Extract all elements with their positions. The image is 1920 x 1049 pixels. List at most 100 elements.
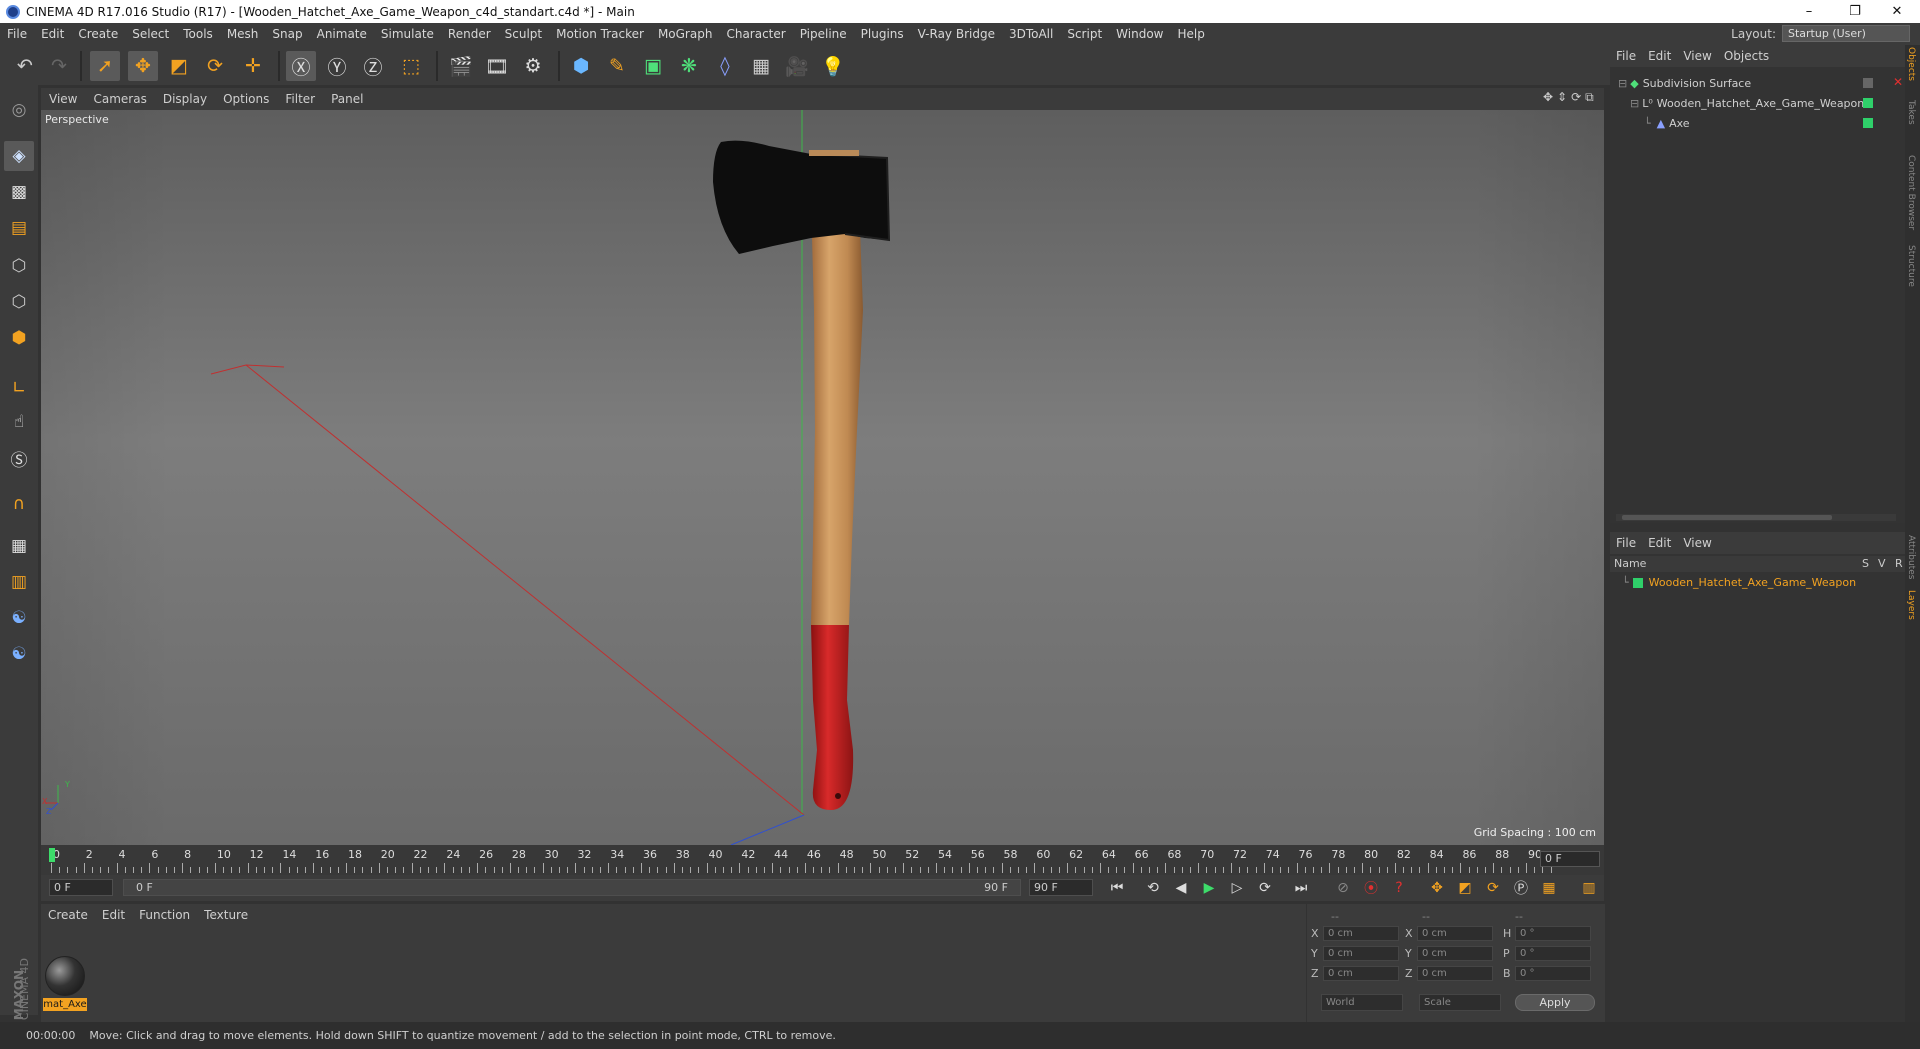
viewport-nav-icons[interactable]: ✥⇕⟳⧉ <box>1543 90 1598 105</box>
points-mode-icon[interactable]: ⬡ <box>4 251 34 281</box>
snap-magnet-icon[interactable]: ∩ <box>4 489 34 519</box>
menu-edit[interactable]: Edit <box>34 27 71 41</box>
menu-tools[interactable]: Tools <box>176 27 220 41</box>
coordinate-system-icon[interactable]: ⬚ <box>396 51 426 81</box>
live-selection-icon[interactable]: ➚ <box>90 51 120 81</box>
material-menu-create[interactable]: Create <box>41 908 95 922</box>
side-tab-layers[interactable]: Layers <box>1906 590 1916 620</box>
axis-mode-icon[interactable]: ∟ <box>4 373 34 403</box>
material-name[interactable]: mat_Axe <box>43 998 87 1011</box>
timeline-ruler[interactable]: 0 2 4 6 8 10 12 14 16 18 20 22 24 26 28 30 32 34 36 38 40 42 4… <box>41 845 1604 875</box>
coord-field[interactable]: 0 cm <box>1417 966 1493 981</box>
layer-menu-file[interactable]: File <box>1610 536 1642 550</box>
playhead-marker[interactable] <box>49 848 55 862</box>
light-icon[interactable]: 💡 <box>818 51 848 81</box>
viewport-menu-options[interactable]: Options <box>215 92 277 106</box>
recent-tool-icon[interactable]: ✛ <box>238 51 268 81</box>
camera-icon[interactable]: 🎥 <box>782 51 812 81</box>
menu-help[interactable]: Help <box>1170 27 1211 41</box>
rotate-tool-icon[interactable]: ⟳ <box>200 51 230 81</box>
frame-range-slider[interactable]: 0 F 90 F <box>123 879 1021 896</box>
object-menu-objects[interactable]: Objects <box>1718 49 1775 63</box>
x-axis-lock-icon[interactable]: Ⓧ <box>286 51 316 81</box>
model-mode-icon[interactable]: ◈ <box>4 141 34 171</box>
next-keyframe-icon[interactable]: ⟳ <box>1253 877 1277 899</box>
object-menu-view[interactable]: View <box>1677 49 1717 63</box>
side-tab-structure[interactable]: Structure <box>1906 245 1916 287</box>
side-tab-content-browser[interactable]: Content Browser <box>1906 155 1916 230</box>
menu-pipeline[interactable]: Pipeline <box>793 27 854 41</box>
menu-snap[interactable]: Snap <box>265 27 309 41</box>
apply-button[interactable]: Apply <box>1515 994 1595 1011</box>
menu-3dtoall[interactable]: 3DToAll <box>1002 27 1060 41</box>
key-parameter-icon[interactable]: Ⓟ <box>1509 877 1533 899</box>
deformer-icon[interactable]: ◊ <box>710 51 740 81</box>
undo-icon[interactable]: ↶ <box>10 51 40 81</box>
menu-select[interactable]: Select <box>125 27 176 41</box>
coord-field[interactable]: 0 cm <box>1323 926 1399 941</box>
minimize-button[interactable]: – <box>1786 0 1832 23</box>
solo-mode-icon[interactable]: Ⓢ <box>4 443 34 473</box>
edges-mode-icon[interactable]: ⬡ <box>4 287 34 317</box>
material-menu-texture[interactable]: Texture <box>197 908 255 922</box>
next-frame-icon[interactable]: ▷ <box>1225 877 1249 899</box>
start-frame-field[interactable]: 0 F <box>49 879 113 896</box>
menu-file[interactable]: File <box>0 27 34 41</box>
z-axis-lock-icon[interactable]: Ⓩ <box>358 51 388 81</box>
workplane-lock-icon[interactable]: ▦ <box>4 531 34 561</box>
side-tab-attributes[interactable]: Attributes <box>1906 535 1916 579</box>
tree-item-axe[interactable]: └ ▲ Axe <box>1610 115 1905 132</box>
menu-character[interactable]: Character <box>719 27 792 41</box>
python-script-icon[interactable]: ☯ <box>4 603 34 633</box>
texture-mode-icon[interactable]: ▩ <box>4 177 34 207</box>
menu-render[interactable]: Render <box>441 27 498 41</box>
array-generator-icon[interactable]: ❋ <box>674 51 704 81</box>
menu-v-ray-bridge[interactable]: V-Ray Bridge <box>911 27 1002 41</box>
viewport-menu-display[interactable]: Display <box>155 92 215 106</box>
y-axis-lock-icon[interactable]: Ⓨ <box>322 51 352 81</box>
key-pla-icon[interactable]: ▦ <box>1537 877 1561 899</box>
hatchet-layer-tag[interactable] <box>1863 98 1873 108</box>
cube-object-icon[interactable]: ⬢ <box>566 51 596 81</box>
redo-icon[interactable]: ↷ <box>44 51 74 81</box>
current-frame-field[interactable]: 0 F <box>1540 851 1600 867</box>
play-icon[interactable]: ▶ <box>1197 877 1221 899</box>
coord-field[interactable]: 0 ° <box>1515 946 1591 961</box>
side-tab-takes[interactable]: Takes <box>1906 100 1916 125</box>
layout-dropdown[interactable]: Startup (User) <box>1782 25 1910 42</box>
menu-window[interactable]: Window <box>1109 27 1170 41</box>
goto-end-icon[interactable]: ⏭ <box>1289 877 1313 899</box>
prev-keyframe-icon[interactable]: ⟲ <box>1141 877 1165 899</box>
menu-motion-tracker[interactable]: Motion Tracker <box>549 27 651 41</box>
prev-frame-icon[interactable]: ◀ <box>1169 877 1193 899</box>
tweak-mode-icon[interactable]: ☝ <box>4 407 34 437</box>
material-item[interactable]: mat_Axe <box>41 930 93 1014</box>
layer-color-swatch[interactable] <box>1632 577 1643 588</box>
material-menu-edit[interactable]: Edit <box>95 908 132 922</box>
material-menu-function[interactable]: Function <box>132 908 197 922</box>
menu-animate[interactable]: Animate <box>310 27 374 41</box>
menu-simulate[interactable]: Simulate <box>374 27 441 41</box>
menu-plugins[interactable]: Plugins <box>854 27 911 41</box>
menu-mesh[interactable]: Mesh <box>220 27 266 41</box>
material-preview[interactable] <box>45 956 85 996</box>
key-rotation-icon[interactable]: ⟳ <box>1481 877 1505 899</box>
render-picture-viewer-icon[interactable]: 🎞 <box>482 51 512 81</box>
floor-icon[interactable]: ▦ <box>746 51 776 81</box>
close-button[interactable]: ✕ <box>1874 0 1920 23</box>
workplane-mode-icon[interactable]: ▤ <box>4 213 34 243</box>
coord-field[interactable]: 0 cm <box>1323 966 1399 981</box>
make-editable-icon[interactable]: ◎ <box>4 95 34 125</box>
keyframe-selection-icon[interactable]: ? <box>1387 877 1411 899</box>
key-scale-icon[interactable]: ◩ <box>1453 877 1477 899</box>
render-view-icon[interactable]: 🎬 <box>446 51 476 81</box>
goto-start-icon[interactable]: ⏮ <box>1105 877 1129 899</box>
object-scrollbar[interactable] <box>1616 514 1896 521</box>
object-menu-edit[interactable]: Edit <box>1642 49 1677 63</box>
layer-menu-edit[interactable]: Edit <box>1642 536 1677 550</box>
render-settings-icon[interactable]: ⚙ <box>518 51 548 81</box>
maximize-button[interactable]: ❐ <box>1832 0 1878 23</box>
end-frame-field[interactable]: 90 F <box>1029 879 1093 896</box>
side-tab-objects[interactable]: Objects <box>1906 47 1916 81</box>
key-position-icon[interactable]: ✥ <box>1425 877 1449 899</box>
